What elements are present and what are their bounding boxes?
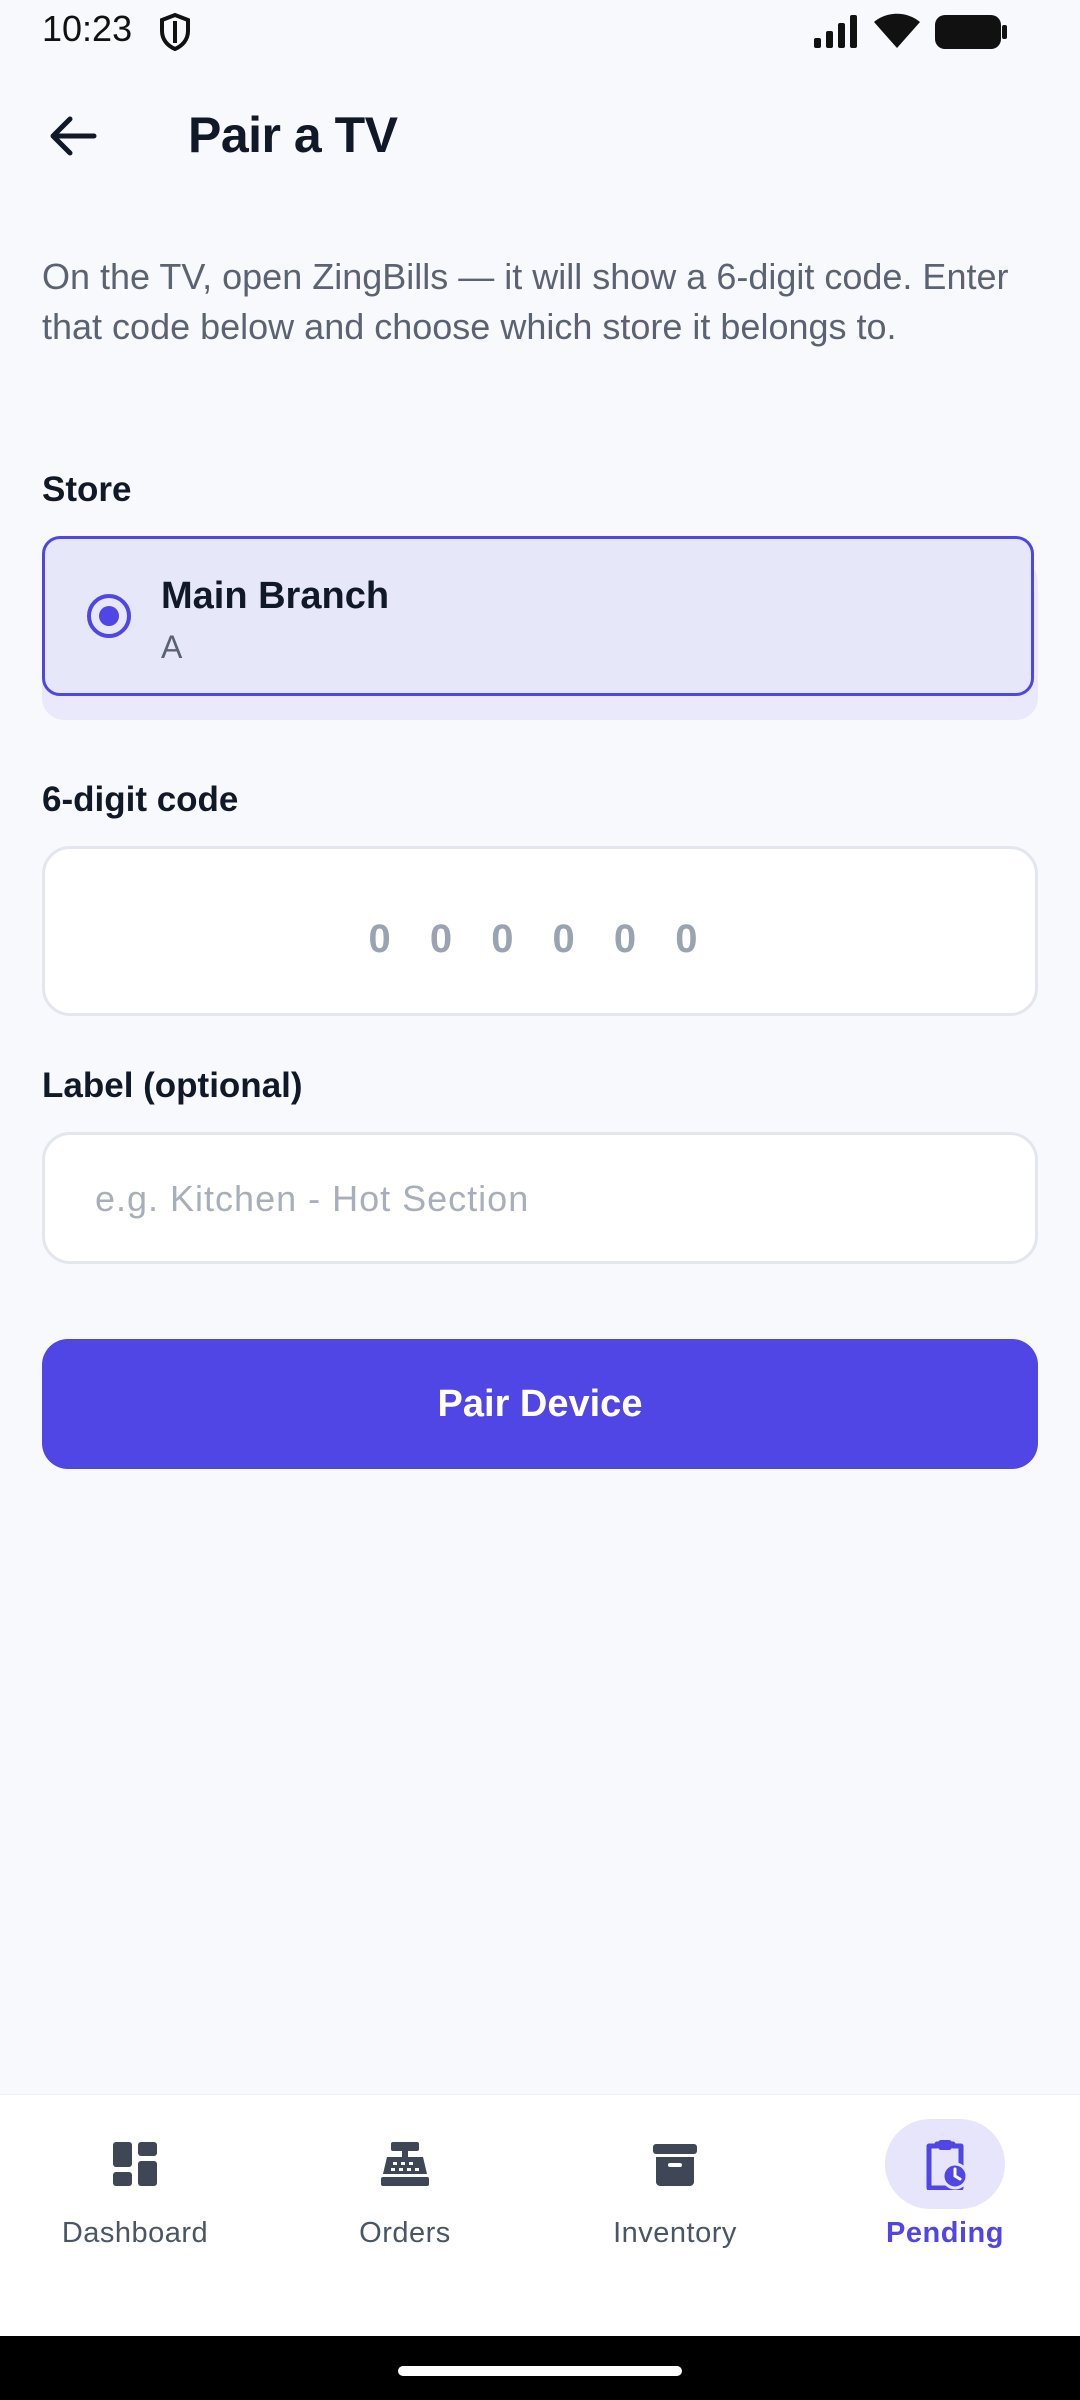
device-label-input[interactable] — [93, 1135, 997, 1263]
device-label-field[interactable] — [42, 1132, 1038, 1264]
battery-icon — [935, 15, 1007, 49]
store-subtitle: A — [161, 629, 183, 665]
home-indicator[interactable] — [398, 2366, 682, 2376]
bottom-nav: Dashboard Orders Inventory Pending — [0, 2094, 1080, 2337]
clipboard-clock-icon — [926, 2140, 969, 2190]
page-title: Pair a TV — [188, 107, 398, 163]
instructions-text: On the TV, open ZingBills — it will show… — [42, 256, 1009, 347]
gesture-bar — [0, 2336, 1080, 2400]
back-button[interactable] — [42, 104, 106, 168]
pair-device-button[interactable]: Pair Device — [42, 1339, 1038, 1469]
code-label: 6-digit code — [42, 780, 239, 819]
status-bar: 10:23 — [0, 0, 1080, 64]
device-label-label: Label (optional) — [42, 1066, 303, 1105]
nav-item-orders[interactable]: Orders — [270, 2095, 540, 2337]
nav-label: Orders — [359, 2217, 451, 2249]
store-name: Main Branch — [161, 575, 390, 617]
archive-box-icon — [653, 2144, 697, 2186]
status-time: 10:23 — [42, 8, 133, 49]
radio-dot — [99, 606, 119, 626]
store-option-main-branch[interactable]: Main Branch A — [42, 536, 1034, 696]
nav-item-inventory[interactable]: Inventory — [540, 2095, 810, 2337]
arrow-left-icon — [50, 116, 97, 156]
code-field[interactable] — [42, 846, 1038, 1016]
nav-item-dashboard[interactable]: Dashboard — [0, 2095, 270, 2337]
nav-label: Pending — [886, 2217, 1004, 2249]
cash-register-icon — [381, 2142, 429, 2186]
radio-selected-icon[interactable] — [87, 594, 131, 638]
shield-icon — [160, 12, 190, 52]
dashboard-icon — [113, 2142, 157, 2186]
signal-icon — [814, 15, 857, 48]
store-label: Store — [42, 470, 132, 509]
nav-label: Inventory — [613, 2217, 737, 2249]
nav-item-pending[interactable]: Pending — [810, 2095, 1080, 2337]
nav-label: Dashboard — [61, 2217, 209, 2249]
wifi-icon — [874, 13, 920, 48]
code-input[interactable] — [45, 899, 1035, 963]
